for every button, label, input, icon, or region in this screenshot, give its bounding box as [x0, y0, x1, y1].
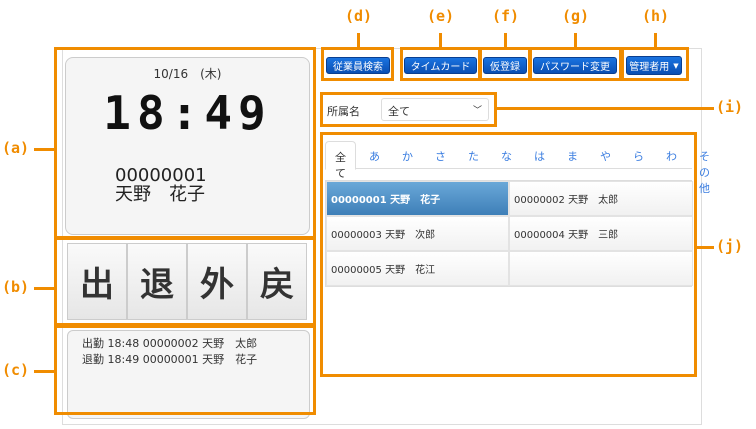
callout-box-g — [529, 47, 622, 81]
callout-label-g: (g) — [562, 7, 590, 25]
callout-label-i: (i) — [716, 98, 744, 116]
callout-line — [504, 33, 507, 48]
callout-line — [34, 370, 55, 373]
callout-line — [439, 33, 442, 48]
callout-line — [574, 33, 577, 48]
callout-line — [34, 287, 55, 290]
callout-line — [697, 246, 714, 249]
callout-box-j — [320, 132, 697, 377]
callout-line — [497, 107, 714, 110]
callout-box-i — [320, 92, 497, 127]
callout-box-a — [54, 47, 316, 239]
callout-box-h — [621, 47, 689, 81]
callout-line — [34, 148, 55, 151]
callout-line — [654, 33, 657, 48]
callout-label-a: (a) — [2, 139, 30, 157]
callout-label-e: (e) — [427, 7, 455, 25]
callout-label-j: (j) — [716, 237, 744, 255]
callout-box-d — [321, 47, 394, 81]
callout-line — [357, 33, 360, 48]
callout-label-h: (h) — [642, 7, 670, 25]
callout-box-f — [479, 47, 531, 81]
callout-label-c: (c) — [2, 361, 30, 379]
callout-label-f: (f) — [492, 7, 520, 25]
callout-box-e — [400, 47, 481, 81]
callout-box-c — [54, 325, 316, 415]
callout-box-b — [54, 237, 316, 326]
callout-label-d: (d) — [345, 7, 373, 25]
callout-label-b: (b) — [2, 278, 30, 296]
